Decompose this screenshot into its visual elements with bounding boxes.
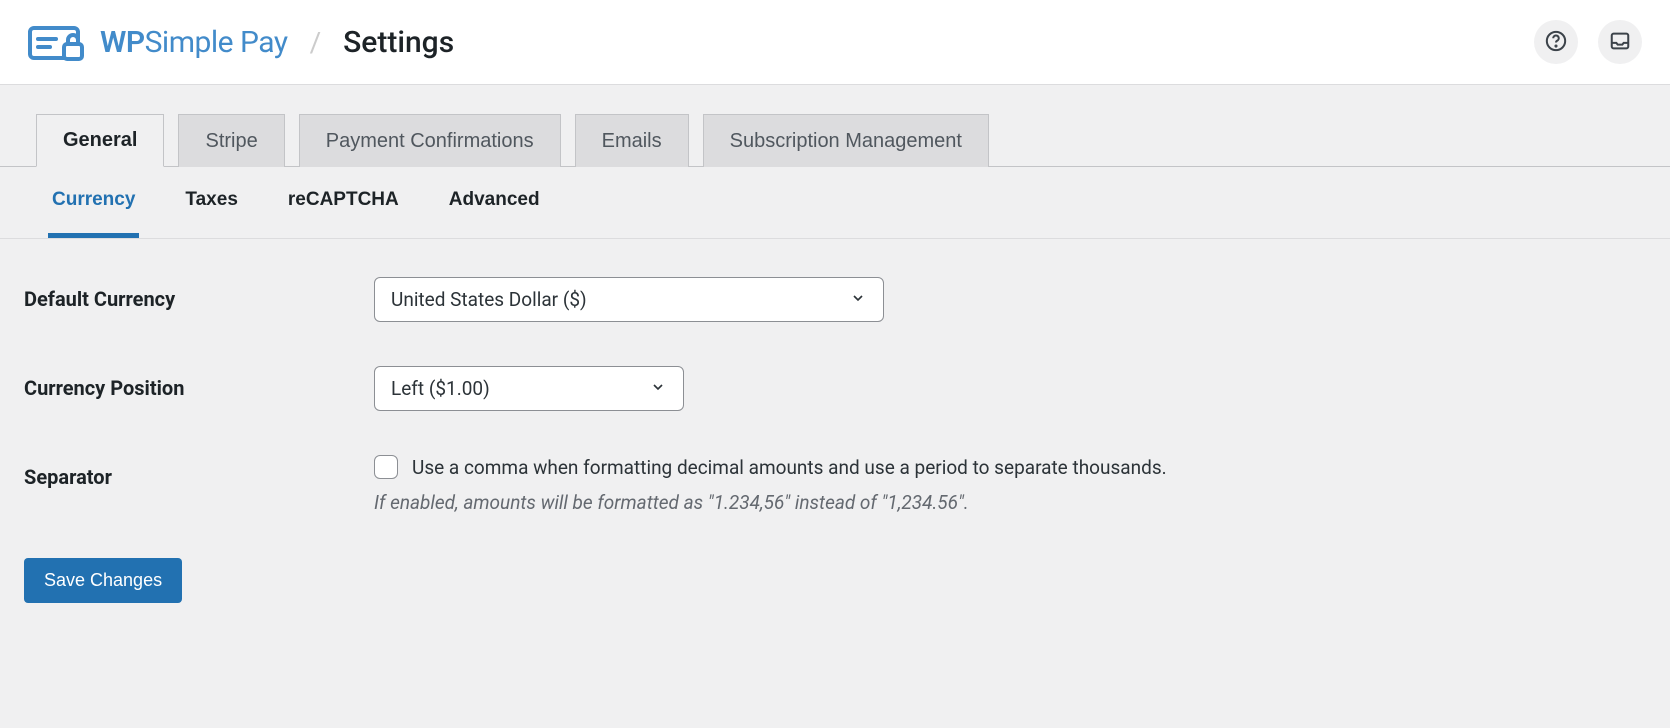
- subtab-advanced[interactable]: Advanced: [445, 167, 544, 238]
- label-default-currency: Default Currency: [24, 277, 374, 311]
- header-actions: [1534, 20, 1642, 64]
- inbox-icon: [1609, 30, 1631, 55]
- separator-checkbox[interactable]: [374, 455, 398, 479]
- tab-subscription-management[interactable]: Subscription Management: [703, 114, 989, 167]
- settings-form: Default Currency United States Dollar ($…: [0, 247, 1670, 633]
- tab-general[interactable]: General: [36, 114, 164, 167]
- subtab-currency[interactable]: Currency: [48, 167, 139, 238]
- select-default-currency-wrap: United States Dollar ($): [374, 277, 884, 322]
- inbox-button[interactable]: [1598, 20, 1642, 64]
- label-separator: Separator: [24, 455, 374, 489]
- tabs-secondary: Currency Taxes reCAPTCHA Advanced: [0, 167, 1670, 239]
- brand-text: WPSimple Pay: [100, 25, 288, 60]
- help-icon: [1545, 30, 1567, 55]
- separator-checkbox-label: Use a comma when formatting decimal amou…: [412, 456, 1167, 479]
- page-title: Settings: [343, 25, 454, 60]
- separator-checkbox-row: Use a comma when formatting decimal amou…: [374, 455, 1646, 479]
- tab-payment-confirmations[interactable]: Payment Confirmations: [299, 114, 561, 167]
- separator-help-text: If enabled, amounts will be formatted as…: [374, 491, 1646, 514]
- row-separator: Separator Use a comma when formatting de…: [24, 455, 1646, 514]
- wpsimplepay-logo-icon: [28, 22, 84, 62]
- tabs-primary: General Stripe Payment Confirmations Ema…: [0, 85, 1670, 167]
- brand-logo: WPSimple Pay: [28, 22, 288, 62]
- row-default-currency: Default Currency United States Dollar ($…: [24, 277, 1646, 322]
- subtab-recaptcha[interactable]: reCAPTCHA: [284, 167, 403, 238]
- content: General Stripe Payment Confirmations Ema…: [0, 85, 1670, 633]
- label-currency-position: Currency Position: [24, 366, 374, 400]
- tab-emails[interactable]: Emails: [575, 114, 689, 167]
- subtab-taxes[interactable]: Taxes: [181, 167, 241, 238]
- brand-light: Simple Pay: [145, 25, 288, 60]
- row-currency-position: Currency Position Left ($1.00): [24, 366, 1646, 411]
- header-separator: /: [310, 26, 322, 59]
- header: WPSimple Pay / Settings: [0, 0, 1670, 85]
- brand-bold: WP: [100, 25, 145, 60]
- save-button[interactable]: Save Changes: [24, 558, 182, 603]
- select-currency-position[interactable]: Left ($1.00): [374, 366, 684, 411]
- tab-stripe[interactable]: Stripe: [178, 114, 284, 167]
- help-button[interactable]: [1534, 20, 1578, 64]
- select-default-currency[interactable]: United States Dollar ($): [374, 277, 884, 322]
- select-currency-position-wrap: Left ($1.00): [374, 366, 684, 411]
